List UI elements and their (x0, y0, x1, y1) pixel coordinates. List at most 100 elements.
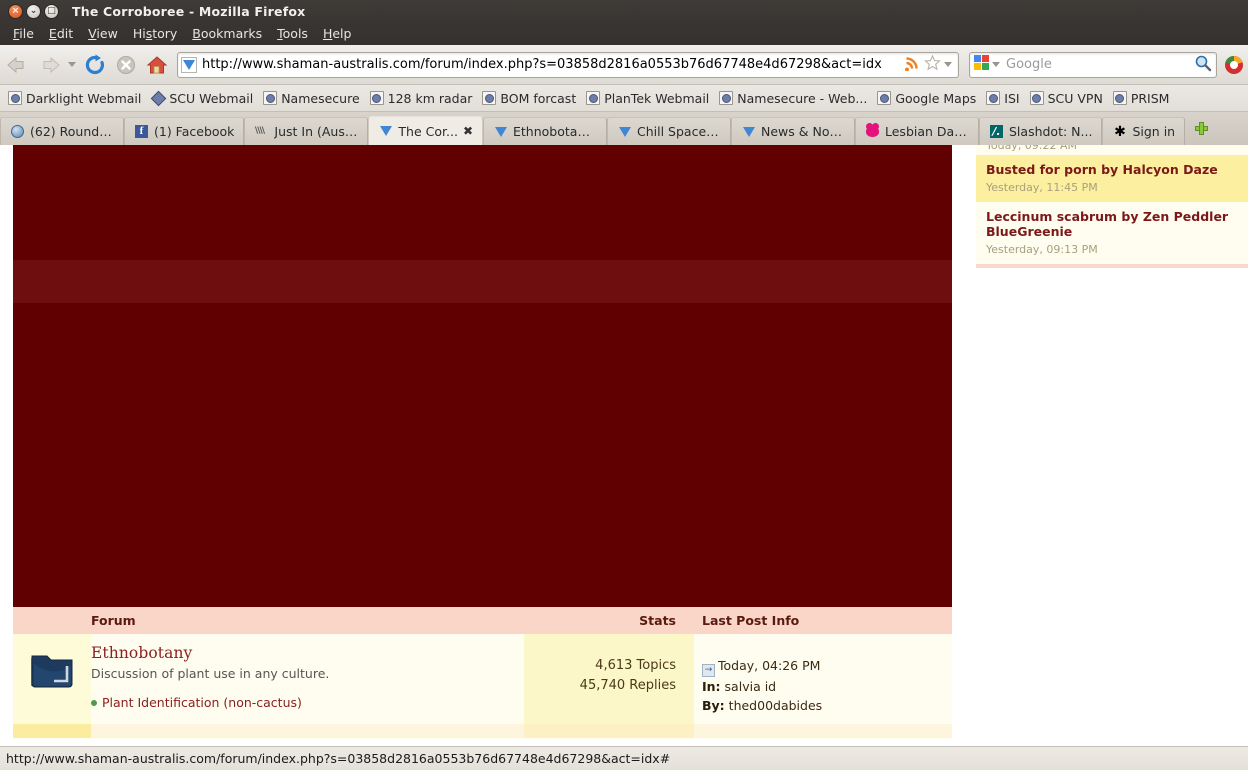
navigation-toolbar: http://www.shaman-australis.com/forum/in… (0, 45, 1248, 85)
forward-arrow-icon[interactable] (35, 51, 63, 79)
search-input[interactable]: Google (1006, 57, 1194, 72)
bookmark-namesecure[interactable]: Namesecure (258, 90, 364, 107)
bookmark-label: ISI (1004, 90, 1020, 106)
bookmark-label: 128 km radar (387, 90, 473, 106)
list-item[interactable]: Leccinum scabrum by Zen Peddler BlueGree… (976, 201, 1248, 264)
list-item[interactable]: Busted for porn by Halcyon Daze Yesterda… (976, 155, 1248, 202)
new-tab-plus-icon[interactable] (1190, 118, 1212, 140)
menu-item-view[interactable]: View (81, 24, 125, 44)
search-bar[interactable]: Google (969, 51, 1217, 78)
rss-feed-icon[interactable] (904, 54, 921, 75)
close-tab-icon[interactable]: ✖ (463, 124, 473, 138)
forum-stats-partial (524, 723, 694, 738)
bookmark-google-maps[interactable]: Google Maps (872, 90, 981, 107)
sidebar-item-title[interactable]: Leccinum scabrum by Zen Peddler BlueGree… (986, 209, 1238, 240)
tab-roundcube[interactable]: (62) Roundc... (0, 117, 124, 145)
table-row[interactable]: Ethnobotany Discussion of plant use in a… (13, 634, 952, 724)
last-post-info: → Today, 04:26 PM In: salvia id By: thed0… (694, 634, 952, 724)
url-dropdown-icon[interactable] (944, 62, 952, 67)
menu-item-edit[interactable]: Edit (42, 24, 80, 44)
forum-stats: 4,613 Topics 45,740 Replies (524, 634, 694, 724)
sidebar-item-cutoff[interactable]: Today, 09:22 AM (976, 145, 1248, 155)
last-post-topic-link[interactable]: salvia id (725, 679, 777, 694)
window-titlebar: × ⌄ □ The Corroboree - Mozilla Firefox (0, 0, 1248, 22)
subforum-label: Plant Identification (non-cactus) (102, 695, 302, 710)
close-window-button[interactable]: × (8, 3, 23, 19)
url-input[interactable]: http://www.shaman-australis.com/forum/in… (202, 57, 901, 72)
last-post-time: Today, 04:26 PM (718, 658, 821, 673)
bookmark-favicon (719, 91, 734, 105)
tab-label: News & Not... (761, 124, 845, 139)
tab-facebook[interactable]: f (1) Facebook (124, 117, 245, 145)
menu-item-file[interactable]: File (6, 24, 41, 44)
home-icon[interactable] (143, 51, 171, 79)
table-row-partial[interactable] (13, 723, 952, 738)
back-arrow-icon[interactable] (4, 51, 32, 79)
bookmark-label: SCU VPN (1047, 90, 1103, 106)
bookmark-scu-vpn[interactable]: SCU VPN (1025, 90, 1108, 107)
window-title: The Corroboree - Mozilla Firefox (72, 3, 306, 19)
tab-news-and-notices[interactable]: News & Not... (731, 117, 855, 145)
bookmark-favicon (482, 91, 497, 105)
bookmark-favicon (586, 91, 601, 105)
tab-just-in-abc[interactable]: \\\\ Just In (Aust... (244, 117, 369, 145)
tab-label: Lesbian Dat... (885, 124, 969, 139)
search-engine-dropdown-icon[interactable] (992, 62, 1000, 67)
history-dropdown-icon[interactable] (68, 62, 76, 67)
tab-lesbian-dating[interactable]: Lesbian Dat... (855, 117, 979, 145)
bookmark-namesecure-web[interactable]: Namesecure - Web... (714, 90, 872, 107)
magnifier-icon[interactable] (1194, 54, 1212, 76)
sidebar-item-time: Yesterday, 09:13 PM (986, 242, 1098, 256)
bookmark-plantek-webmail[interactable]: PlanTek Webmail (581, 90, 714, 107)
bookmark-darklight-webmail[interactable]: Darklight Webmail (3, 90, 146, 107)
menu-item-help[interactable]: Help (316, 24, 359, 44)
bookmark-favicon (8, 91, 22, 105)
bookmark-star-icon[interactable] (924, 54, 941, 75)
menu-view-rest: iew (96, 25, 118, 41)
page-banner-band (13, 260, 952, 303)
corroboree-favicon (617, 124, 632, 139)
bookmark-128-km-radar[interactable]: 128 km radar (365, 90, 478, 107)
tab-slashdot[interactable]: /. Slashdot: N... (979, 117, 1103, 145)
tab-sign-in[interactable]: ✱ Sign in (1102, 117, 1186, 145)
forum-info-partial (91, 723, 524, 738)
bookmark-isi[interactable]: ISI (981, 90, 1024, 107)
tab-label: Chill Space ... (637, 124, 721, 139)
extension-icon[interactable] (1224, 55, 1244, 75)
stop-icon[interactable] (112, 51, 140, 79)
sidebar-item-time: Yesterday, 11:45 PM (986, 180, 1098, 194)
menu-item-bookmarks[interactable]: Bookmarks (185, 24, 269, 44)
menu-item-tools[interactable]: Tools (270, 24, 315, 44)
corroboree-favicon (493, 124, 508, 139)
sidebar-item-title[interactable]: Busted for porn by Halcyon Daze (986, 162, 1238, 178)
goto-post-arrow-icon[interactable]: → (702, 664, 715, 677)
corroboree-favicon (741, 124, 756, 139)
maximize-window-button[interactable]: □ (44, 3, 59, 19)
tab-ethnobotany[interactable]: Ethnobotan... (483, 117, 607, 145)
bookmark-favicon (1029, 91, 1044, 105)
menu-item-history[interactable]: History (126, 24, 184, 44)
bookmark-favicon (369, 91, 384, 105)
bookmark-prism[interactable]: PRISM (1108, 90, 1175, 107)
bookmark-bom-forcast[interactable]: BOM forcast (477, 90, 581, 107)
google-engine-icon[interactable] (973, 54, 990, 75)
bookmark-scu-webmail[interactable]: SCU Webmail (146, 90, 258, 107)
bookmark-favicon (877, 91, 892, 105)
forum-info: Ethnobotany Discussion of plant use in a… (91, 634, 524, 724)
bookmark-favicon (1112, 91, 1127, 105)
last-post-author-link[interactable]: thed00dabides (729, 698, 823, 713)
minimize-window-button[interactable]: ⌄ (26, 3, 41, 19)
column-header-last-post: Last Post Info (702, 613, 800, 628)
forum-table-header: Forum Stats Last Post Info (13, 607, 952, 634)
subforum-bullet-icon (91, 699, 97, 706)
tab-label: Slashdot: N... (1009, 124, 1093, 139)
forum-title-link[interactable]: Ethnobotany (91, 644, 516, 662)
reload-icon[interactable] (81, 51, 109, 79)
diamond-favicon (151, 91, 165, 105)
tab-the-corroboree[interactable]: The Cor... ✖ (368, 116, 483, 145)
tab-chill-space[interactable]: Chill Space ... (607, 117, 731, 145)
subforum-link[interactable]: Plant Identification (non-cactus) (91, 695, 516, 710)
recent-topics-sidebar: Today, 09:22 AM Busted for porn by Halcy… (976, 145, 1248, 268)
abc-news-favicon: \\\\ (254, 126, 265, 136)
url-bar[interactable]: http://www.shaman-australis.com/forum/in… (177, 51, 959, 78)
